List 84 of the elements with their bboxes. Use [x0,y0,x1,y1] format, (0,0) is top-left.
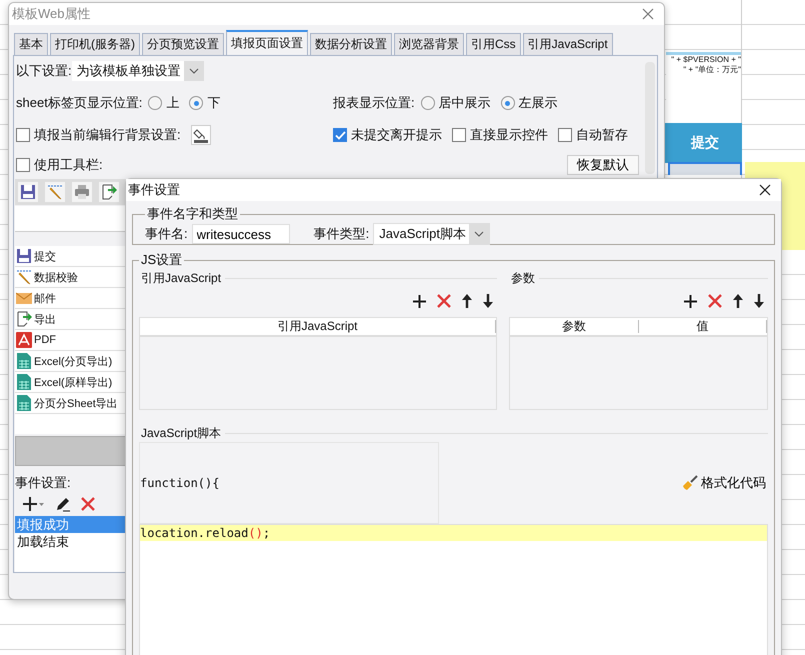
toolbar-button-item[interactable]: 导出 [34,312,56,326]
report-position-label: 报表显示位置: [333,94,415,112]
column-header[interactable]: 参数 [510,320,638,333]
tab[interactable]: 打印机(服务器) [50,33,140,55]
section-title: 引用JavaScript [141,270,222,286]
radio-button[interactable] [500,96,515,110]
envelope-icon [16,290,32,306]
setting-label: 以下设置: [16,62,72,80]
group-title: 事件名字和类型 [146,205,239,223]
checkbox[interactable] [452,128,466,142]
sheet-position-label: sheet标签页显示位置: [16,94,142,112]
pencil-icon [16,269,32,285]
toolbar-button-item[interactable]: 数据校验 [34,270,78,284]
event-type-dropdown[interactable]: JavaScript脚本 [373,223,490,245]
formula-text: " + $PVERSION + " [671,55,741,65]
toolbar-button-item[interactable]: Excel(分页导出) [34,354,112,368]
toolbar-button-item[interactable]: 邮件 [34,290,56,306]
add-dropdown-icon[interactable] [23,496,45,512]
events-label: 事件设置: [15,474,72,492]
delete-icon[interactable] [708,294,722,308]
code-editor[interactable]: location.reload(); [139,524,768,655]
checkbox-label: 直接显示控件 [470,126,548,144]
spreadsheet-icon [16,395,32,411]
chevron-icon [184,61,204,81]
radio-label: 左展示 [518,94,558,112]
toolbar-button-item[interactable]: 分页分Sheet导出 [34,396,118,410]
spreadsheet-icon [16,353,32,369]
event-type-label: 事件类型: [314,225,370,243]
close-icon[interactable] [759,184,771,196]
tab[interactable]: 分页预览设置 [142,33,224,55]
checkbox-label: 自动暂存 [576,126,628,144]
down-arrow-icon[interactable] [483,294,493,308]
formula-text: " + "单位：万元" [683,65,741,75]
broom-icon [682,475,698,491]
tab[interactable]: 引用JavaScript [522,33,613,55]
event-list-item[interactable]: 加载结束 [15,533,128,550]
checkbox[interactable] [333,128,347,142]
spreadsheet-icon [16,374,32,390]
checkbox-label: 未提交离开提示 [351,126,442,144]
radio-button[interactable] [148,96,162,110]
toolbar-button-item[interactable]: PDF [34,334,56,346]
radio-label: 上 [166,94,180,112]
checkbox-label: 使用工具栏: [34,156,103,174]
section-title: JavaScript脚本 [141,424,222,442]
window-title: 模板Web属性 [12,5,90,23]
restore-default-button[interactable]: 恢复默认 [567,155,639,175]
add-icon[interactable] [413,294,426,308]
paint-bucket-icon[interactable] [190,125,211,145]
tab[interactable]: 浏览器背景 [394,33,464,55]
floppy-disk-icon[interactable] [18,182,38,202]
tab[interactable]: 填报页面设置 [226,30,308,55]
radio-button[interactable] [420,96,435,110]
up-arrow-icon[interactable] [733,294,743,308]
checkbox-label: 填报当前编辑行背景设置: [34,126,181,144]
toolbar-button-item[interactable]: Excel(原样导出) [34,374,112,390]
window-title: 事件设置 [128,181,180,199]
group-title: JS设置 [140,251,184,269]
tab[interactable]: 引用Css [466,33,521,55]
format-code-button[interactable]: 格式化代码 [682,474,766,492]
radio-label: 下 [207,94,220,112]
export-icon[interactable] [99,182,119,202]
selected-cell[interactable] [668,162,742,175]
toolbar-button-item[interactable]: 提交 [34,248,56,264]
printer-icon[interactable] [72,182,92,202]
pencil-icon[interactable] [55,496,71,512]
checkbox[interactable] [16,128,30,142]
up-arrow-icon[interactable] [462,294,472,308]
setting-dropdown[interactable]: 为该模板单独设置 [72,61,204,81]
radio-label: 居中展示 [438,94,491,112]
event-name-field[interactable]: writesuccess [192,224,290,244]
checkbox[interactable] [16,158,30,172]
function-header: function(){ [140,476,220,490]
chevron-icon [468,224,489,244]
tab[interactable]: 数据分析设置 [310,33,392,55]
tab[interactable]: 基本 [14,33,48,55]
section-title: 参数 [511,270,535,286]
radio-button[interactable] [189,96,204,110]
delete-icon[interactable] [81,497,95,511]
column-header[interactable]: 值 [638,320,767,333]
delete-icon[interactable] [437,294,451,308]
down-arrow-icon[interactable] [754,294,764,308]
add-icon[interactable] [684,294,697,308]
checkbox[interactable] [558,128,572,142]
event-name-label: 事件名: [145,225,188,243]
